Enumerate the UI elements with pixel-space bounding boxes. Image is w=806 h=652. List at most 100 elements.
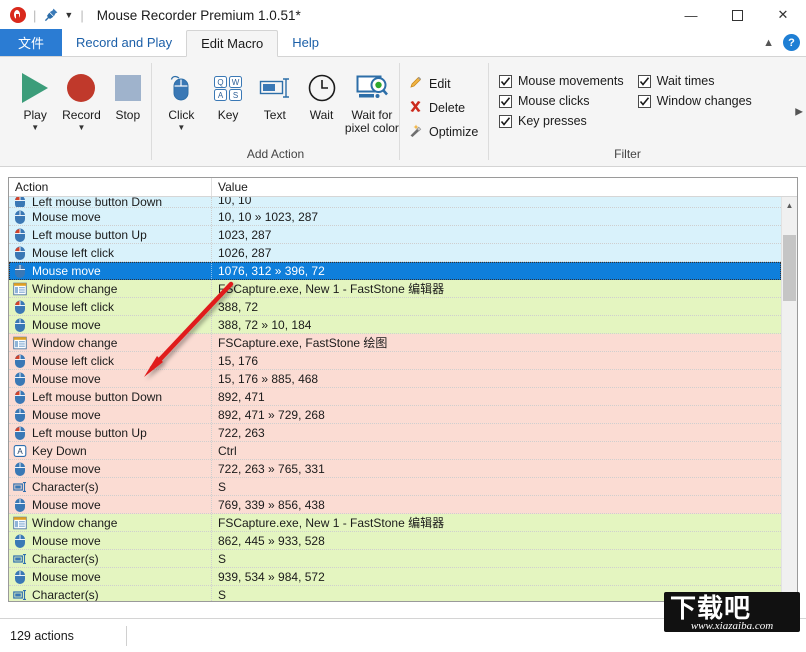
row-action-cell: Mouse move: [9, 460, 212, 477]
pin-icon[interactable]: [43, 7, 59, 23]
table-row[interactable]: Left mouse button Up 1023, 287: [9, 226, 781, 244]
close-button[interactable]: ✕: [760, 0, 806, 30]
table-row[interactable]: Mouse left click 15, 176: [9, 352, 781, 370]
row-action-label: Mouse move: [32, 407, 101, 422]
row-action-cell: Mouse move: [9, 496, 212, 513]
table-row[interactable]: Mouse move 1076, 312 » 396, 72: [9, 262, 781, 280]
row-action-cell: Mouse move: [9, 208, 212, 225]
filter-mouse-movements[interactable]: Mouse movements: [499, 74, 624, 88]
row-action-label: Left mouse button Up: [32, 227, 147, 242]
filter-wait-times-label: Wait times: [656, 74, 715, 88]
chevron-down-icon[interactable]: ▼: [31, 123, 39, 132]
scrollbar-thumb[interactable]: [783, 235, 796, 301]
mouse-move-icon: [15, 570, 25, 584]
delete-action-button[interactable]: Delete: [408, 97, 488, 119]
mouse-move-icon: [15, 210, 25, 224]
titlebar-divider-1: |: [33, 7, 37, 23]
table-row[interactable]: Mouse left click 388, 72: [9, 298, 781, 316]
row-action-cell: Mouse move: [9, 532, 212, 549]
tab-help[interactable]: Help: [278, 29, 333, 56]
row-action-label: Character(s): [32, 551, 99, 566]
filter-mouse-clicks[interactable]: Mouse clicks: [499, 94, 624, 108]
table-row[interactable]: Character(s) S: [9, 550, 781, 568]
table-row[interactable]: Character(s) S: [9, 478, 781, 496]
add-click-label: Click: [168, 108, 195, 122]
row-action-cell: Mouse move: [9, 406, 212, 423]
chevron-right-icon[interactable]: ▶: [795, 106, 803, 117]
play-button[interactable]: Play ▼: [12, 65, 58, 132]
row-action-cell: Left mouse button Down: [9, 197, 212, 207]
add-key-button[interactable]: QW AS Key: [205, 65, 252, 122]
table-row[interactable]: Mouse move 15, 176 » 885, 468: [9, 370, 781, 388]
add-text-button[interactable]: Text: [251, 65, 298, 122]
mouse-left-up-icon: [15, 426, 25, 440]
tab-edit-macro[interactable]: Edit Macro: [186, 30, 279, 57]
mouse-move-icon: [15, 462, 25, 476]
row-action-label: Mouse move: [32, 263, 101, 278]
scroll-up-arrow-icon[interactable]: ▲: [782, 197, 797, 213]
stop-button[interactable]: Stop: [105, 65, 151, 122]
column-header-value[interactable]: Value: [212, 178, 248, 196]
row-action-label: Left mouse button Down: [32, 197, 163, 207]
edit-action-button[interactable]: Edit: [408, 73, 488, 95]
table-row[interactable]: Window change FSCapture.exe, FastStone 绘图: [9, 334, 781, 352]
add-click-button[interactable]: Click ▼: [158, 65, 205, 132]
minimize-button[interactable]: —: [668, 0, 714, 30]
tab-file[interactable]: 文件: [0, 29, 63, 56]
help-icon[interactable]: ?: [783, 34, 800, 51]
table-row[interactable]: Window change FSCapture.exe, New 1 - Fast…: [9, 514, 781, 532]
edit-action-label: Edit: [429, 77, 451, 91]
maximize-button[interactable]: [714, 0, 760, 30]
row-value-cell: S: [218, 479, 227, 494]
table-row[interactable]: Mouse move 892, 471 » 729, 268: [9, 406, 781, 424]
filter-window-changes[interactable]: Window changes: [637, 94, 752, 108]
checkbox-checked-icon: [637, 94, 651, 108]
row-value-cell: FSCapture.exe, FastStone 绘图: [218, 336, 388, 350]
magic-wand-icon: [408, 123, 423, 141]
quick-access-dropdown-icon[interactable]: ▼: [64, 10, 73, 20]
mouse-move-icon: [15, 318, 25, 332]
tab-record-and-play[interactable]: Record and Play: [62, 29, 186, 56]
table-row[interactable]: Mouse move 862, 445 » 933, 528: [9, 532, 781, 550]
list-header: Action Value: [9, 178, 797, 197]
window-change-icon: [13, 336, 27, 349]
row-action-cell: Mouse move: [9, 316, 212, 333]
watermark-text: 下载吧: [670, 594, 752, 624]
add-text-label: Text: [263, 108, 286, 122]
optimize-button[interactable]: Optimize: [408, 121, 488, 143]
mouse-move-icon: [15, 372, 25, 386]
row-action-label: Mouse left click: [32, 299, 115, 314]
table-row[interactable]: Left mouse button Down 892, 471: [9, 388, 781, 406]
row-action-label: Mouse left click: [32, 353, 115, 368]
table-row[interactable]: Mouse move 10, 10 » 1023, 287: [9, 208, 781, 226]
add-wait-pixel-color-button[interactable]: Wait for pixel color: [345, 65, 399, 135]
table-row[interactable]: A Key Down Ctrl: [9, 442, 781, 460]
chevron-up-icon[interactable]: ▲: [763, 37, 774, 49]
key-down-icon: A: [13, 444, 27, 457]
table-row[interactable]: Mouse move 769, 339 » 856, 438: [9, 496, 781, 514]
table-row[interactable]: Left mouse button Down 10, 10: [9, 197, 781, 208]
ribbon-group-playback: Play ▼ Record ▼ Stop: [0, 57, 151, 166]
record-button[interactable]: Record ▼: [58, 65, 104, 132]
chevron-down-icon[interactable]: ▼: [78, 123, 86, 132]
characters-icon: [13, 553, 26, 564]
add-wait-button[interactable]: Wait: [298, 65, 345, 122]
row-action-cell: Character(s): [9, 478, 212, 495]
table-row[interactable]: Window change FSCapture.exe, New 1 - Fast…: [9, 280, 781, 298]
table-row[interactable]: Mouse move 939, 534 » 984, 572: [9, 568, 781, 586]
filter-key-presses[interactable]: Key presses: [499, 114, 624, 128]
table-row[interactable]: Mouse left click 1026, 287: [9, 244, 781, 262]
row-action-label: Mouse move: [32, 569, 101, 584]
add-wait-label: Wait: [309, 108, 334, 122]
filter-wait-times[interactable]: Wait times: [637, 74, 752, 88]
column-header-action[interactable]: Action: [9, 178, 212, 196]
table-row[interactable]: Left mouse button Up 722, 263: [9, 424, 781, 442]
ribbon-group-filter-title: Filter: [614, 147, 641, 161]
list-vertical-scrollbar[interactable]: ▲: [781, 197, 797, 601]
play-triangle-icon: [22, 69, 49, 107]
row-action-cell: Character(s): [9, 550, 212, 567]
table-row[interactable]: Mouse move 722, 263 » 765, 331: [9, 460, 781, 478]
chevron-down-icon[interactable]: ▼: [177, 123, 185, 132]
filter-column-1: Mouse movements Mouse clicks Key presses: [499, 74, 624, 128]
table-row[interactable]: Mouse move 388, 72 » 10, 184: [9, 316, 781, 334]
